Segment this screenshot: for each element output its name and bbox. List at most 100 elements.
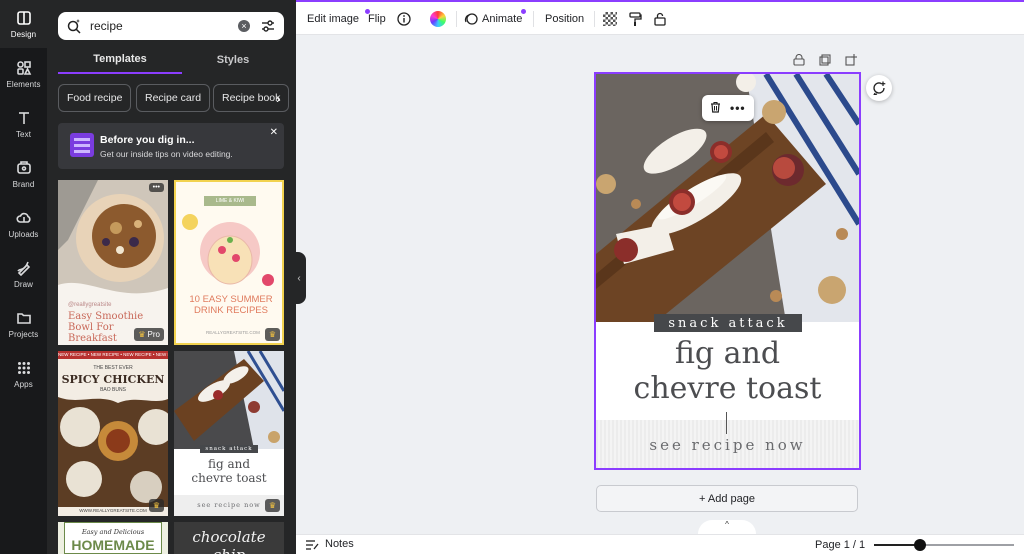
rail-label: Uploads (8, 229, 39, 239)
left-rail: Design Elements Text Brand Uploads Draw … (0, 0, 47, 554)
transparency-icon (603, 11, 617, 26)
zoom-slider[interactable] (874, 539, 1014, 551)
duplicate-page-icon[interactable] (819, 54, 831, 66)
info-button[interactable] (397, 2, 411, 35)
rail-design[interactable]: Design (0, 0, 47, 48)
magic-search-icon (67, 19, 81, 34)
animate-icon (464, 12, 478, 25)
badge-label: Pro (147, 330, 160, 339)
crown-icon: ♛ (268, 330, 276, 339)
animate-button[interactable]: Animate (464, 2, 526, 35)
crown-badge: ♛ (148, 499, 164, 512)
projects-icon (16, 312, 31, 324)
template-photo (174, 351, 284, 449)
template-tag: snack attack (200, 445, 258, 453)
page-counter[interactable]: Page 1 / 1 (815, 539, 865, 551)
template-title: HOMEMADE (71, 537, 155, 553)
rail-apps[interactable]: Apps (0, 350, 47, 398)
flip-button[interactable]: Flip (368, 2, 386, 35)
template-tag: LIME & KIWI (204, 196, 256, 206)
template-title: 10 EASY SUMMER DRINK RECIPES (189, 294, 273, 316)
notes-button[interactable]: Notes (306, 538, 354, 550)
tips-notice[interactable]: Before you dig in... Get our inside tips… (58, 123, 284, 169)
rail-projects[interactable]: Projects (0, 300, 47, 348)
transparency-button[interactable] (603, 2, 617, 35)
cta-text[interactable]: see recipe now (596, 436, 859, 454)
editor-toolbar: Edit image Flip Animate Position (296, 0, 1024, 35)
zoom-knob[interactable] (914, 539, 927, 551)
more-options-icon[interactable]: ••• (730, 101, 746, 115)
template-pre: THE BEST EVER (93, 365, 133, 371)
edit-image-button[interactable]: Edit image (307, 2, 370, 35)
rail-label: Brand (12, 179, 35, 189)
rail-draw[interactable]: Draw (0, 250, 47, 298)
title-line-1[interactable]: fig and (596, 337, 859, 371)
tab-templates[interactable]: Templates (58, 46, 182, 74)
collapse-panel-handle[interactable]: ‹ (292, 252, 306, 304)
snack-tag[interactable]: snack attack (654, 314, 802, 332)
paint-roller-icon (629, 11, 642, 26)
rail-uploads[interactable]: Uploads (0, 200, 47, 248)
tab-styles[interactable]: Styles (182, 46, 284, 74)
add-page-icon[interactable] (845, 54, 857, 66)
template-card[interactable]: Easy and Delicious HOMEMADE (58, 522, 168, 554)
comment-refresh-button[interactable] (866, 75, 892, 101)
rail-brand[interactable]: Brand (0, 150, 47, 198)
template-site: REALLYGREATSITE.COM (206, 330, 260, 335)
rail-label: Elements (6, 79, 41, 89)
chevron-left-icon: ‹ (297, 272, 301, 284)
lock-button[interactable] (653, 2, 667, 35)
lock-page-icon[interactable] (793, 54, 805, 66)
add-page-button[interactable]: + Add page (596, 485, 858, 512)
info-icon (397, 11, 411, 26)
rail-text[interactable]: Text (0, 100, 47, 148)
panel-tabs: Templates Styles (58, 46, 284, 74)
style-paint-button[interactable] (628, 2, 642, 35)
more-icon[interactable]: ••• (148, 183, 164, 192)
side-panel: × Templates Styles Food recipe Recipe ca… (47, 0, 296, 554)
template-sub: BAO BUNS (100, 387, 126, 393)
template-title: chocolate chip (192, 528, 266, 554)
template-title-2: chevre toast (191, 471, 267, 485)
unlock-icon (654, 12, 666, 26)
template-handle: @reallygreatsite (68, 302, 112, 308)
title-line-2[interactable]: chevre toast (596, 372, 859, 406)
template-card[interactable]: chocolate chip (174, 522, 284, 554)
notice-subtitle: Get our inside tips on video editing. (100, 149, 233, 159)
pro-badge: ♛ Pro (134, 328, 164, 341)
text-icon (18, 111, 29, 124)
template-card[interactable]: snack attack fig and chevre toast see re… (174, 351, 284, 516)
elements-icon (16, 60, 31, 75)
show-pages-toggle[interactable]: ^ (698, 520, 756, 534)
color-button[interactable] (430, 2, 446, 35)
template-card[interactable]: @reallygreatsite Easy Smoothie Bowl For … (58, 180, 168, 345)
new-feature-dot (521, 9, 526, 14)
design-icon (16, 10, 31, 25)
crown-icon: ♛ (138, 330, 146, 339)
clear-search-icon[interactable]: × (238, 20, 250, 32)
animate-label: Animate (482, 12, 523, 25)
chip-recipe-card[interactable]: Recipe card (136, 84, 211, 112)
chip-food-recipe[interactable]: Food recipe (58, 84, 132, 112)
template-card[interactable]: LIME & KIWI 10 EASY SUMMER DRINK RECIPES… (174, 180, 284, 345)
template-pre: Easy and Delicious (81, 528, 145, 536)
chip-label: Recipe book (222, 92, 281, 104)
template-card[interactable]: NEW RECIPE • NEW RECIPE • NEW RECIPE • N… (58, 351, 168, 516)
brand-icon (16, 160, 31, 174)
add-comment-icon (873, 81, 886, 95)
rail-label: Design (10, 29, 37, 39)
design-page[interactable]: snack attack fig and chevre toast see re… (594, 72, 861, 470)
search-input[interactable] (90, 19, 230, 33)
notes-label: Notes (325, 538, 354, 550)
search-box[interactable]: × (58, 12, 284, 40)
template-photo (182, 214, 274, 286)
chevron-right-icon[interactable]: › (276, 90, 290, 106)
close-icon[interactable]: ✕ (270, 127, 278, 138)
page-tools (793, 54, 857, 66)
filter-icon[interactable] (260, 18, 276, 34)
apps-icon (17, 361, 30, 374)
position-button[interactable]: Position (545, 2, 584, 35)
rail-elements[interactable]: Elements (0, 50, 47, 98)
color-wheel-icon (430, 10, 446, 27)
trash-icon[interactable] (710, 101, 721, 116)
